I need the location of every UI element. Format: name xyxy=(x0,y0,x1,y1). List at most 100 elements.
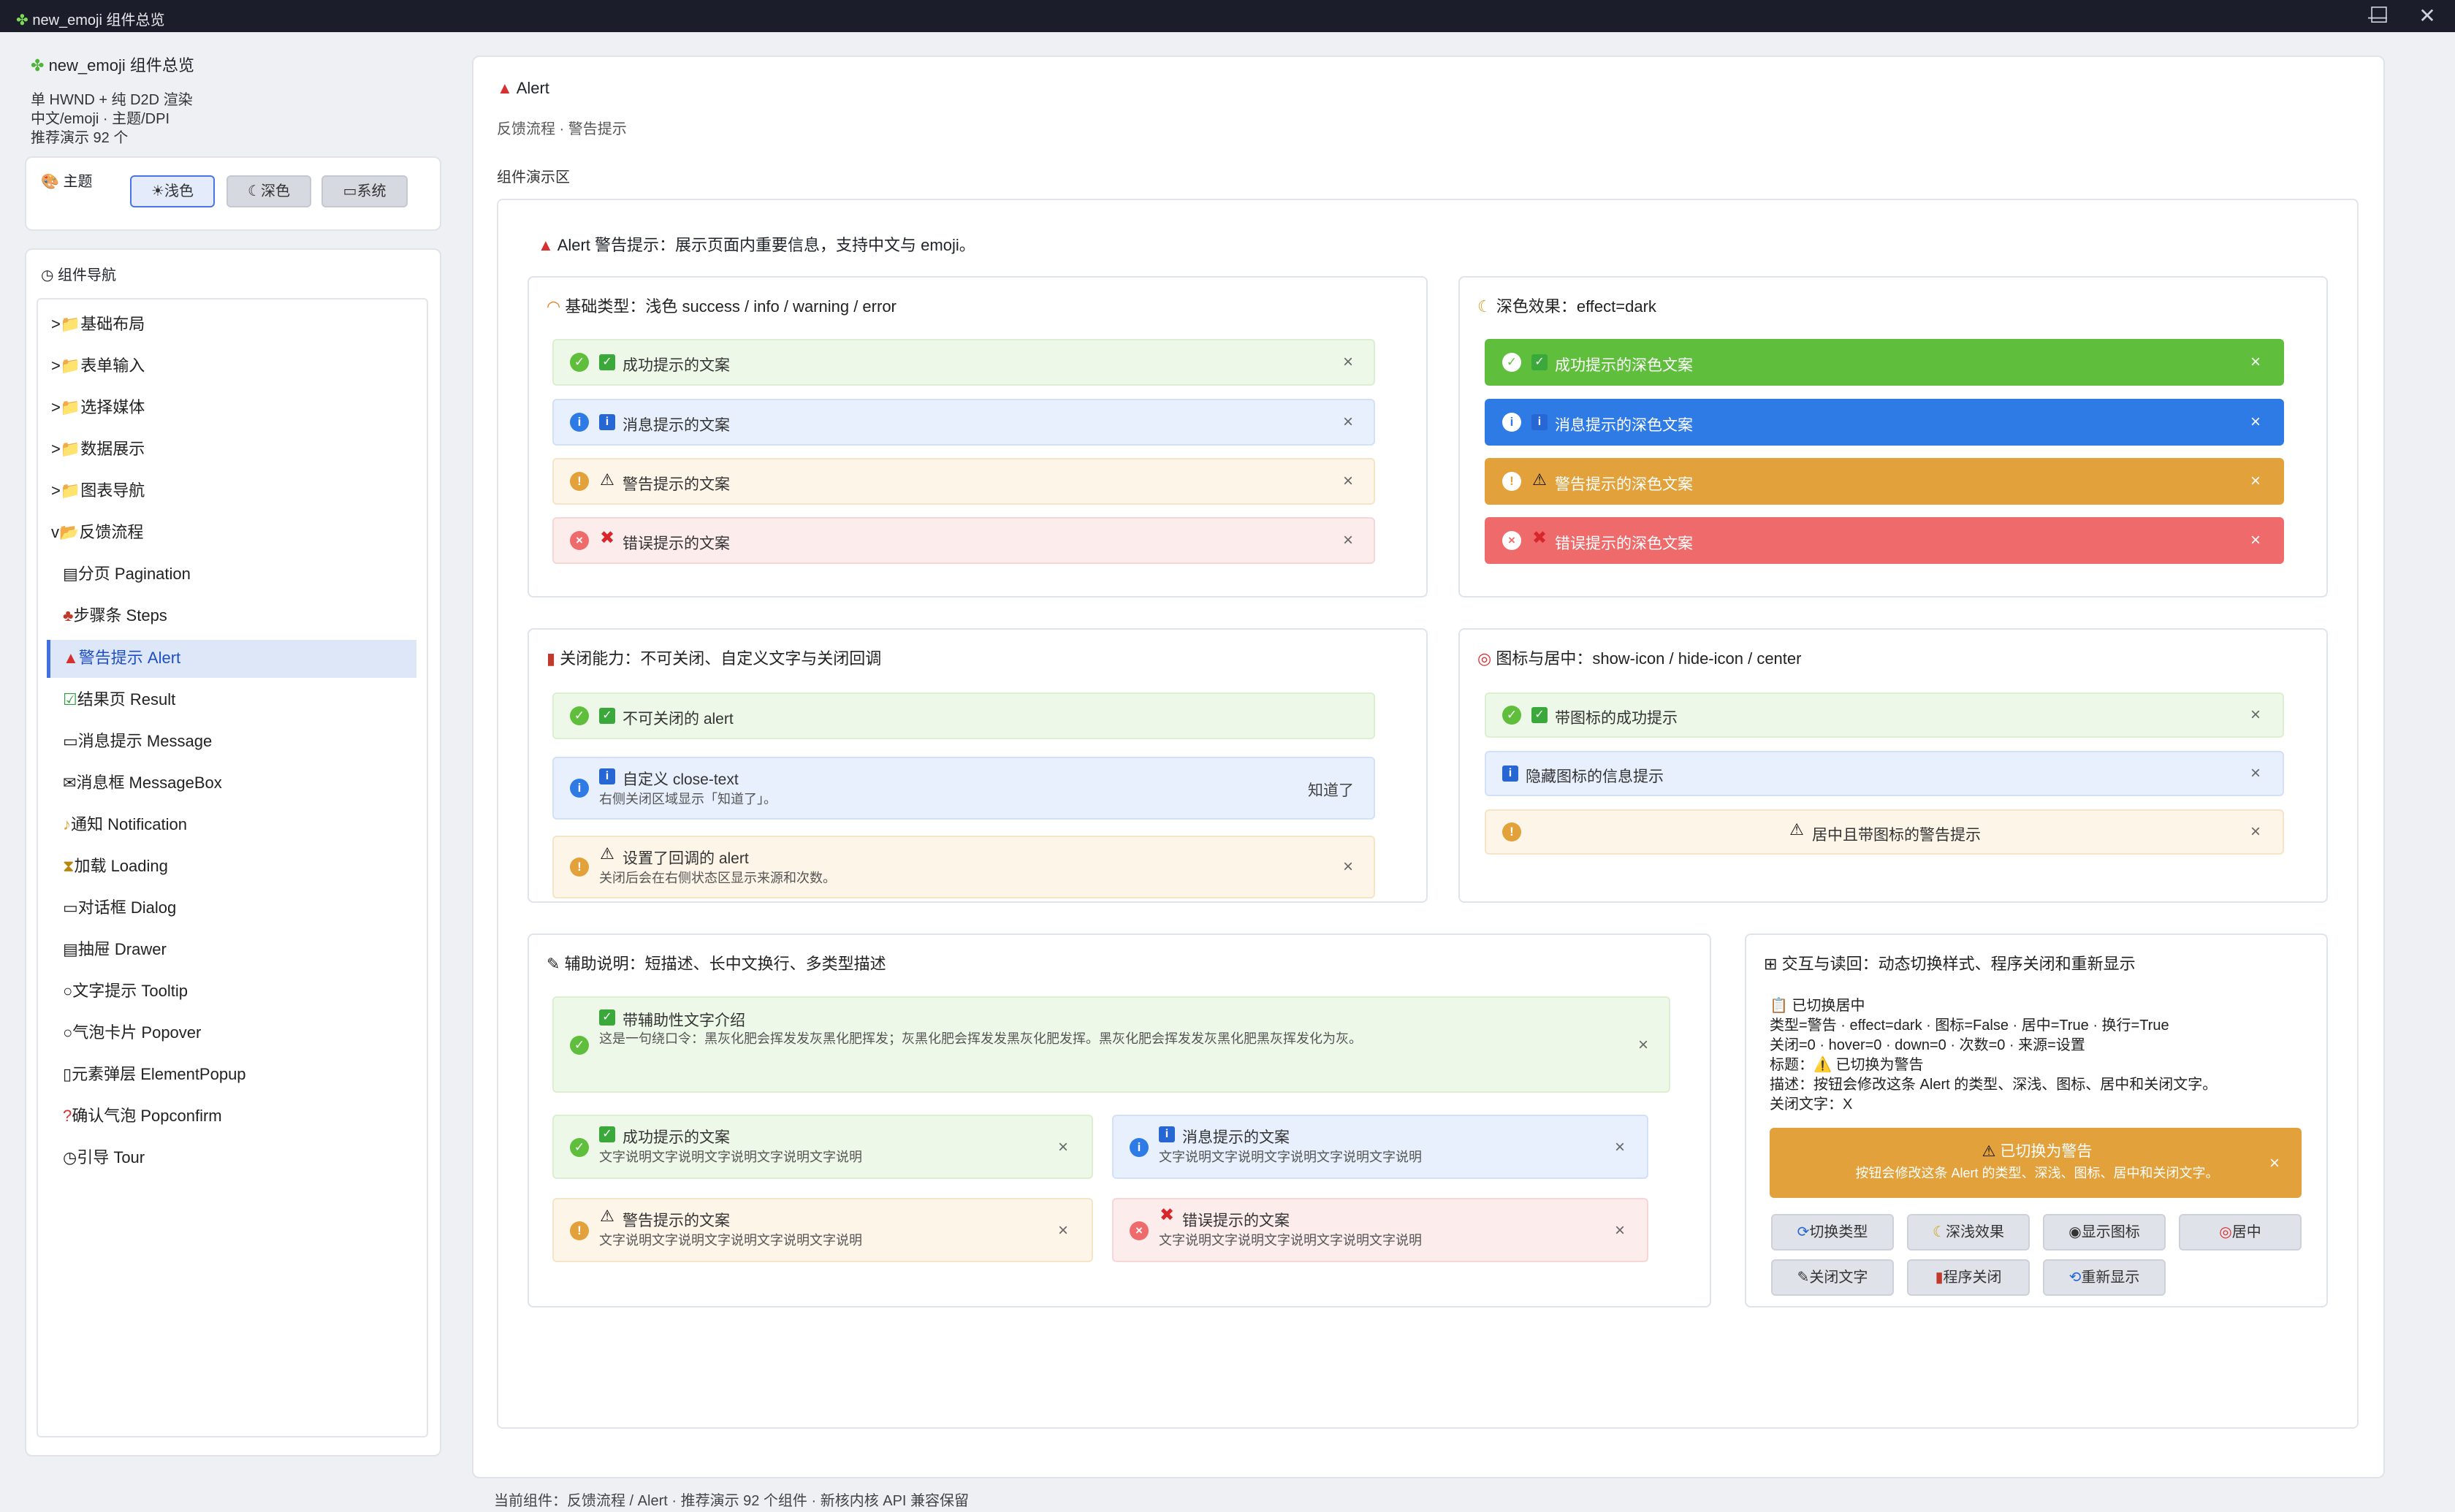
chat-bubble-icon: ○ xyxy=(63,982,73,1000)
window-title: ✤ new_emoji 组件总览 xyxy=(16,8,165,29)
toggle-icon-button[interactable]: ◉显示图标 xyxy=(2043,1214,2166,1251)
nav-group-basic-layout[interactable]: >📁基础布局 xyxy=(51,313,145,335)
close-icon[interactable]: × xyxy=(1634,1036,1653,1055)
nav-item-popover[interactable]: ○气泡卡片 Popover xyxy=(63,1022,201,1044)
close-icon[interactable]: × xyxy=(1610,1138,1629,1157)
close-icon[interactable]: × xyxy=(2246,472,2265,491)
close-icon[interactable]: × xyxy=(1054,1138,1073,1157)
card-close-title: ▮ 关闭能力：不可关闭、自定义文字与关闭回调 xyxy=(547,646,881,669)
error-circle-icon: × xyxy=(1130,1221,1149,1240)
nav-item-steps[interactable]: ♣步骤条 Steps xyxy=(63,605,167,627)
theme-system-button[interactable]: ▭系统 xyxy=(321,175,408,207)
program-close-button[interactable]: ▮程序关闭 xyxy=(1907,1259,2030,1296)
reshow-button[interactable]: ⟲重新显示 xyxy=(2043,1259,2166,1296)
close-icon[interactable]: × xyxy=(2246,822,2265,841)
nav-group-data-display[interactable]: >📁数据展示 xyxy=(51,438,145,460)
alert-dark-success: ✓ ✓ 成功提示的深色文案 × xyxy=(1485,339,2284,386)
close-icon[interactable]: × xyxy=(1339,413,1358,432)
moon-icon: ☾ xyxy=(1477,297,1492,316)
check-mark-icon: ✓ xyxy=(599,708,615,724)
card-desc-title-text: 辅助说明：短描述、长中文换行、多类型描述 xyxy=(564,955,886,973)
nav-item-label: 警告提示 Alert xyxy=(78,649,181,667)
card-desc-title: ✎ 辅助说明：短描述、长中文换行、多类型描述 xyxy=(547,951,886,974)
moon-icon: ☾ xyxy=(1933,1224,1946,1240)
maximize-button[interactable]: ☐ xyxy=(2357,1,2401,31)
theme-dark-button[interactable]: ☾深色 xyxy=(227,175,311,207)
nav-item-result[interactable]: ☑结果页 Result xyxy=(63,689,175,711)
status-bar: 当前组件：反馈流程 / Alert · 推荐演示 92 个组件 · 新核内核 A… xyxy=(494,1493,970,1509)
nav-item-alert[interactable]: ▲警告提示 Alert xyxy=(63,647,180,669)
alert-text: 消息提示的深色文案 xyxy=(1555,417,1693,434)
close-icon[interactable]: × xyxy=(2265,1154,2284,1173)
nav-group-form-input[interactable]: >📁表单输入 xyxy=(51,355,145,377)
alert-description: 关闭后会在右侧状态区显示来源和次数。 xyxy=(599,871,836,885)
status-line: 关闭文字：X xyxy=(1770,1096,1853,1112)
close-icon[interactable]: × xyxy=(1339,353,1358,372)
nav-group-select-media[interactable]: >📁选择媒体 xyxy=(51,397,145,419)
toggle-effect-button[interactable]: ☾深浅效果 xyxy=(1907,1214,2030,1251)
close-icon[interactable]: × xyxy=(1610,1221,1629,1240)
nav-item-label: 抽屉 Drawer xyxy=(77,940,167,958)
card-interact-title: ⊞ 交互与读回：动态切换样式、程序关闭和重新显示 xyxy=(1764,951,2136,974)
button-label: 程序关闭 xyxy=(1943,1269,2002,1286)
nav-item-dialog[interactable]: ▭对话框 Dialog xyxy=(63,897,176,919)
check-mark-icon: ✓ xyxy=(599,1126,615,1142)
close-icon[interactable]: × xyxy=(1054,1221,1073,1240)
nav-item-tour[interactable]: ◷引导 Tour xyxy=(63,1147,145,1169)
alert-warning: ! ⚠ 警告提示的文案 × xyxy=(552,458,1375,505)
nav-item-label: 气泡卡片 Popover xyxy=(72,1023,202,1042)
siren-icon: ▲ xyxy=(497,79,513,97)
alert-text: 成功提示的深色文案 xyxy=(1555,357,1693,374)
clover-icon: ✤ xyxy=(31,56,45,75)
nav-item-label: 对话框 Dialog xyxy=(77,898,177,917)
toggle-type-button[interactable]: ⟳切换类型 xyxy=(1771,1214,1894,1251)
nav-item-notification[interactable]: ♪通知 Notification xyxy=(63,814,187,836)
alert-close-callback: ! ⚠ 设置了回调的 alert 关闭后会在右侧状态区显示来源和次数。 × xyxy=(552,836,1375,898)
nav-item-label: 加载 Loading xyxy=(74,857,168,875)
close-window-button[interactable]: ✕ xyxy=(2405,1,2449,31)
nav-item-popconfirm[interactable]: ?确认气泡 Popconfirm xyxy=(63,1105,222,1127)
close-icon[interactable]: × xyxy=(2246,531,2265,550)
check-box-icon: ☑ xyxy=(63,690,77,709)
nav-item-label: 元素弹层 ElementPopup xyxy=(72,1065,246,1083)
success-circle-icon: ✓ xyxy=(570,1138,589,1157)
speech-bubble-icon: ▭ xyxy=(63,898,78,917)
toggle-close-text-button[interactable]: ✎关闭文字 xyxy=(1771,1259,1894,1296)
warning-triangle-icon: ⚠ xyxy=(1532,470,1547,489)
close-icon[interactable]: × xyxy=(2246,353,2265,372)
alert-dark-info: i i 消息提示的深色文案 × xyxy=(1485,399,2284,446)
warning-triangle-icon: ⚠ xyxy=(600,844,614,863)
alert-info: i i 消息提示的文案 × xyxy=(552,399,1375,446)
theme-button-label: 系统 xyxy=(357,183,387,199)
toggle-center-button[interactable]: ◎居中 xyxy=(2179,1214,2302,1251)
nav-item-loading[interactable]: ⧗加载 Loading xyxy=(63,855,168,877)
warning-triangle-icon: ⚠ xyxy=(600,470,614,489)
close-icon[interactable]: × xyxy=(1339,858,1358,877)
nav-item-pagination[interactable]: ▤分页 Pagination xyxy=(63,563,191,585)
nav-item-message[interactable]: ▭消息提示 Message xyxy=(63,730,212,752)
theme-light-button[interactable]: ☀浅色 xyxy=(130,175,215,207)
close-icon[interactable]: × xyxy=(2246,764,2265,783)
app-title-text: new_emoji 组件总览 xyxy=(48,56,194,75)
preview-description: 按钮会修改这条 Alert 的类型、深浅、图标、居中和关闭文字。 xyxy=(1855,1166,2219,1180)
close-icon[interactable]: × xyxy=(1339,531,1358,550)
demo-area-label: 组件演示区 xyxy=(497,169,570,186)
mailbox-icon: ✉ xyxy=(63,774,77,792)
cross-mark-icon: ✖ xyxy=(599,528,615,548)
close-icon[interactable]: × xyxy=(1339,472,1358,491)
siren-icon: ▲ xyxy=(63,649,79,667)
close-icon[interactable]: × xyxy=(2246,413,2265,432)
nav-item-tooltip[interactable]: ○文字提示 Tooltip xyxy=(63,980,188,1002)
nav-item-drawer[interactable]: ▤抽屉 Drawer xyxy=(63,939,167,961)
nav-group-feedback[interactable]: v📂反馈流程 xyxy=(51,522,143,543)
clover-icon: ✤ xyxy=(16,12,28,28)
theme-button-label: 深色 xyxy=(260,183,290,199)
rainbow-icon: ◠ xyxy=(547,297,561,316)
nav-item-messagebox[interactable]: ✉消息框 MessageBox xyxy=(63,772,222,794)
nav-group-chart-nav[interactable]: >📁图表导航 xyxy=(51,480,145,502)
nav-item-elementpopup[interactable]: ▯元素弹层 ElementPopup xyxy=(63,1064,246,1085)
close-icon[interactable]: × xyxy=(2246,706,2265,725)
close-text-button[interactable]: 知道了 xyxy=(1308,779,1354,801)
info-square-icon: i xyxy=(599,414,615,430)
warning-triangle-icon: ⚠ xyxy=(1789,820,1804,839)
